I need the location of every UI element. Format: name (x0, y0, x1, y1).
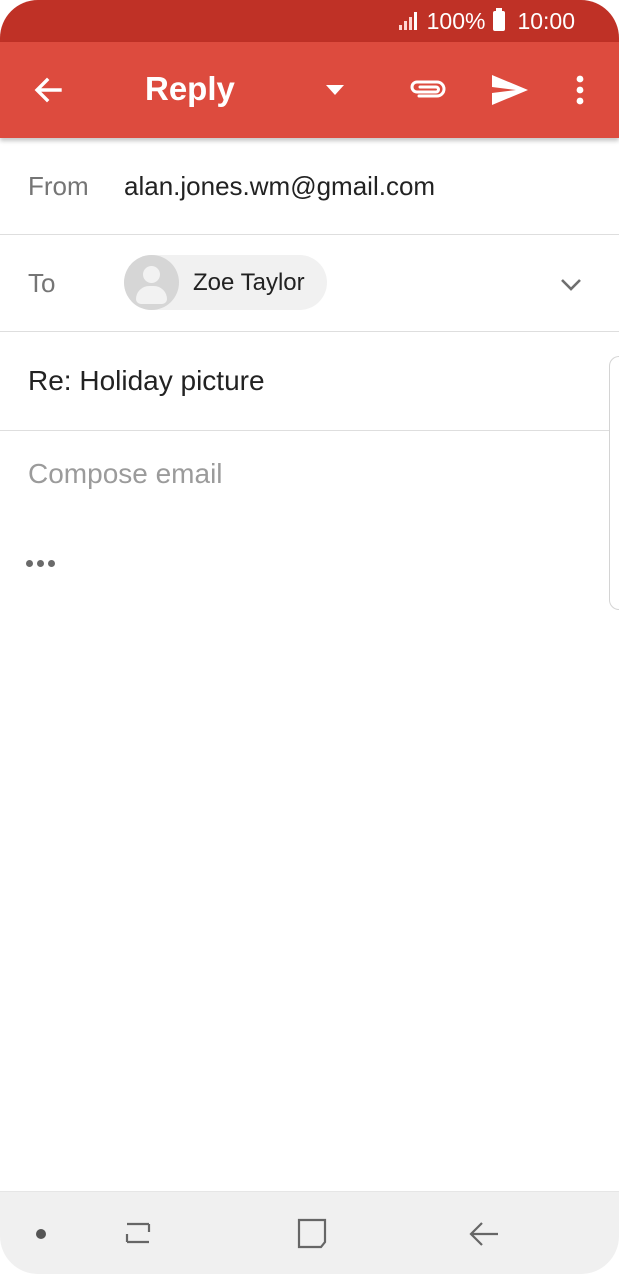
back-nav-button[interactable] (464, 1214, 504, 1254)
from-label: From (28, 170, 89, 201)
page-title: Reply (145, 70, 235, 107)
status-bar: 100% 10:00 (0, 0, 619, 42)
show-quoted-text-button[interactable] (26, 560, 55, 567)
app-bar: Reply (0, 42, 619, 138)
to-row: To Zoe Taylor (0, 235, 619, 332)
clock: 10:00 (517, 7, 575, 34)
recipient-name: Zoe Taylor (193, 268, 305, 296)
recent-apps-icon (125, 1222, 151, 1244)
edge-panel-handle[interactable] (609, 356, 619, 610)
from-address[interactable]: alan.jones.wm@gmail.com (124, 171, 435, 202)
chevron-down-icon (561, 279, 581, 291)
avatar (124, 255, 179, 310)
attach-button[interactable] (400, 42, 456, 138)
dropdown-triangle-icon (326, 85, 344, 95)
back-button[interactable] (20, 42, 76, 138)
battery-icon (493, 8, 506, 31)
more-options-button[interactable] (560, 42, 600, 138)
compose-email-field[interactable]: Compose email (28, 458, 223, 490)
reply-mode-dropdown[interactable] (312, 42, 358, 138)
home-icon (297, 1218, 327, 1249)
from-row[interactable]: From alan.jones.wm@gmail.com (0, 138, 619, 235)
back-nav-icon (469, 1222, 498, 1246)
back-arrow-icon (34, 77, 62, 103)
send-icon (492, 75, 528, 105)
nav-dot-icon[interactable] (36, 1229, 46, 1239)
home-button[interactable] (292, 1214, 332, 1254)
paperclip-icon (410, 80, 446, 98)
more-vert-icon (576, 75, 584, 105)
subject-text: Re: Holiday picture (28, 365, 265, 396)
navigation-bar (0, 1191, 619, 1274)
battery-percent: 100% (426, 7, 486, 34)
expand-recipients-button[interactable] (553, 267, 589, 303)
phone-screen: 100% 10:00 Reply From alan.jones.wm@gmai… (0, 0, 619, 1274)
recent-apps-button[interactable] (118, 1214, 158, 1254)
signal-icon (398, 12, 417, 30)
to-label: To (28, 267, 56, 298)
send-button[interactable] (480, 42, 540, 138)
recipient-chip[interactable]: Zoe Taylor (124, 255, 327, 310)
subject-field[interactable]: Re: Holiday picture (0, 332, 619, 431)
